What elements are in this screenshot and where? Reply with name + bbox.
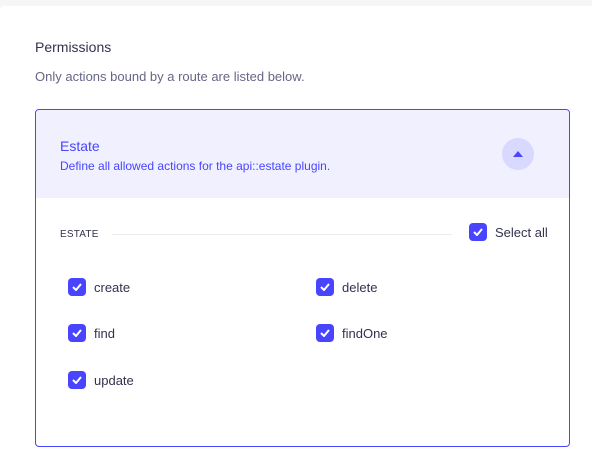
- accordion-title: Estate: [60, 138, 100, 154]
- accordion-toggle-button[interactable]: [502, 138, 534, 170]
- accordion-description: Define all allowed actions for the api::…: [60, 159, 331, 173]
- accordion-header[interactable]: Estate Define all allowed actions for th…: [36, 110, 569, 198]
- chevron-up-icon: [513, 151, 523, 157]
- checkbox-checked[interactable]: [68, 371, 86, 389]
- select-all-checkbox[interactable]: Select all: [469, 223, 548, 241]
- action-create[interactable]: create: [68, 278, 130, 296]
- section-divider: [112, 234, 452, 235]
- action-label: update: [94, 372, 134, 388]
- checkbox-checked[interactable]: [316, 324, 334, 342]
- section-label: ESTATE: [60, 229, 99, 240]
- checkbox-checked[interactable]: [68, 278, 86, 296]
- checkbox-checked[interactable]: [469, 223, 487, 241]
- permissions-subtitle: Only actions bound by a route are listed…: [35, 69, 305, 84]
- check-icon: [72, 329, 82, 337]
- action-label: create: [94, 279, 131, 295]
- action-label: delete: [342, 279, 378, 295]
- estate-accordion: Estate Define all allowed actions for th…: [35, 109, 570, 447]
- action-label: find: [94, 325, 115, 341]
- action-find[interactable]: find: [68, 324, 115, 342]
- select-all-label: Select all: [495, 224, 548, 240]
- action-delete[interactable]: delete: [316, 278, 377, 296]
- check-icon: [320, 283, 330, 291]
- permissions-panel: Permissions Only actions bound by a rout…: [0, 6, 592, 466]
- check-icon: [72, 283, 82, 291]
- action-update[interactable]: update: [68, 371, 134, 389]
- action-findone[interactable]: findOne: [316, 324, 388, 342]
- permissions-title: Permissions: [35, 39, 112, 55]
- check-icon: [473, 228, 483, 236]
- check-icon: [320, 329, 330, 337]
- action-label: findOne: [342, 325, 388, 341]
- checkbox-checked[interactable]: [316, 278, 334, 296]
- checkbox-checked[interactable]: [68, 324, 86, 342]
- check-icon: [72, 376, 82, 384]
